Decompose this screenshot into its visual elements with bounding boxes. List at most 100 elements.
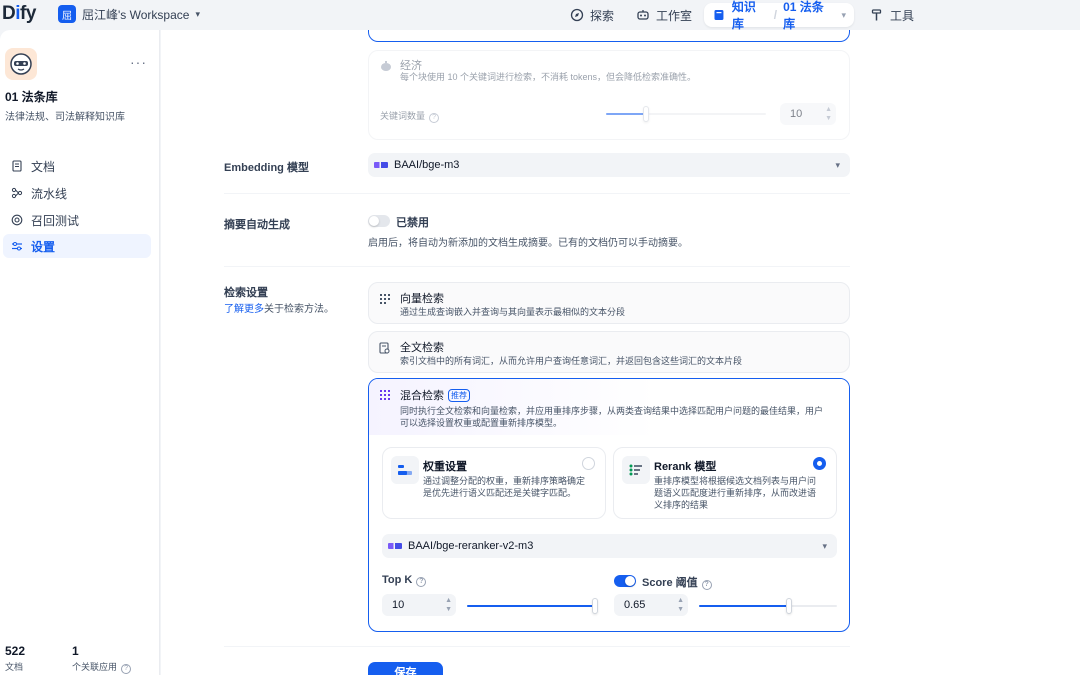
chevron-down-icon[interactable]: ▾ bbox=[841, 10, 846, 21]
document-search-icon bbox=[379, 342, 390, 354]
stepper-icon[interactable]: ▲ ▼ bbox=[677, 596, 684, 614]
dify-logo[interactable]: Dify bbox=[2, 3, 36, 25]
stat-apps-label-text: 个关联应用 bbox=[72, 662, 118, 672]
summary-toggle[interactable] bbox=[368, 215, 390, 227]
hybrid-grid-icon bbox=[380, 390, 390, 400]
piggy-bank-icon bbox=[381, 61, 391, 71]
document-icon bbox=[12, 160, 22, 172]
rerank-model-card[interactable]: Rerank 模型 重排序模型将根据候选文档列表与用户问 题语义匹配度进行重新排… bbox=[613, 447, 837, 519]
economy-option-card[interactable]: 经济 每个块使用 10 个关键词进行检索，不消耗 tokens，但会降低检索准确… bbox=[368, 50, 850, 140]
sidebar-item-settings[interactable]: 设置 bbox=[3, 234, 151, 258]
keyword-count-label: 关键词数量? bbox=[380, 109, 440, 123]
score-threshold-label: Score 阈值? bbox=[642, 574, 712, 590]
sidebar-item-label: 流水线 bbox=[31, 186, 68, 201]
vector-grid-icon bbox=[380, 294, 390, 304]
top-k-value: 10 bbox=[392, 599, 405, 611]
top-k-input[interactable]: 10 ▲ ▼ bbox=[382, 594, 456, 616]
score-threshold-toggle[interactable] bbox=[614, 575, 636, 587]
keyword-count-slider-fill bbox=[606, 113, 646, 115]
high-quality-option-card[interactable] bbox=[368, 30, 850, 42]
rerank-desc-line3: 义排序的结果 bbox=[654, 500, 709, 510]
nav-tools[interactable]: 工具 bbox=[862, 3, 922, 27]
nav-knowledge[interactable]: 知识库 / 01 法条库 ▾ bbox=[704, 0, 854, 31]
retrieval-label: 检索设置 bbox=[224, 287, 268, 299]
nav-studio[interactable]: 工作室 bbox=[628, 3, 700, 27]
stat-documents-label: 文档 bbox=[5, 662, 24, 672]
score-threshold-slider-fill bbox=[699, 605, 789, 607]
sidebar-item-label: 文档 bbox=[31, 159, 56, 174]
rerank-model-select[interactable]: BAAI/bge-reranker-v2-m3 ▾ bbox=[382, 534, 837, 558]
sidebar-item-label: 召回测试 bbox=[31, 213, 80, 228]
chevron-down-icon: ▾ bbox=[195, 8, 200, 19]
kb-description: 法律法规、司法解释知识库 bbox=[5, 112, 125, 123]
kb-avatar bbox=[5, 48, 37, 80]
weight-icon-box bbox=[391, 456, 419, 484]
vector-search-title: 向量检索 bbox=[400, 293, 444, 305]
nav-explore[interactable]: 探索 bbox=[562, 3, 622, 27]
score-threshold-input[interactable]: 0.65 ▲ ▼ bbox=[614, 594, 688, 616]
sidebar: ··· 01 法条库 法律法规、司法解释知识库 文档 流水线 召回测试 设置 5… bbox=[0, 30, 160, 675]
help-icon[interactable]: ? bbox=[121, 664, 132, 674]
sidebar-item-label: 设置 bbox=[31, 239, 56, 254]
summary-label: 摘要自动生成 bbox=[224, 219, 290, 231]
top-k-label: Top K? bbox=[382, 574, 427, 587]
rerank-icon-box bbox=[622, 456, 650, 484]
weight-settings-card[interactable]: 权重设置 通过调整分配的权重，重新排序策略确定 是优先进行语义匹配还是关键字匹配… bbox=[382, 447, 606, 519]
score-threshold-slider[interactable] bbox=[699, 598, 837, 614]
fulltext-search-title: 全文检索 bbox=[400, 342, 444, 354]
rerank-radio[interactable] bbox=[813, 457, 826, 470]
recommended-badge: 推荐 bbox=[448, 389, 470, 402]
pipeline-icon bbox=[11, 187, 23, 199]
score-threshold-label-text: Score 阈值 bbox=[642, 577, 698, 589]
hybrid-search-title: 混合检索 推荐 bbox=[400, 387, 470, 403]
top-k-slider[interactable] bbox=[467, 598, 598, 614]
help-icon[interactable]: ? bbox=[429, 113, 440, 123]
book-icon bbox=[714, 10, 724, 20]
sidebar-item-pipeline[interactable]: 流水线 bbox=[3, 181, 151, 205]
settings-icon bbox=[12, 242, 22, 251]
model-provider-icon bbox=[388, 543, 402, 549]
stepper-icon[interactable]: ▲ ▼ bbox=[445, 596, 452, 614]
stat-apps-count: 1 bbox=[72, 644, 79, 658]
embedding-model-select[interactable]: BAAI/bge-m3 ▾ bbox=[368, 153, 850, 177]
help-icon[interactable]: ? bbox=[701, 580, 712, 590]
embedding-model-value: BAAI/bge-m3 bbox=[394, 159, 460, 171]
learn-more-link[interactable]: 了解更多 bbox=[224, 304, 264, 315]
weight-radio[interactable] bbox=[582, 457, 595, 470]
model-provider-icon bbox=[374, 162, 388, 168]
hybrid-desc-line2: 可以选择设置权重或配置重新排序模型。 bbox=[400, 418, 563, 428]
economy-desc: 每个块使用 10 个关键词进行检索，不消耗 tokens，但会降低检索准确性。 bbox=[400, 72, 697, 82]
sidebar-item-recall-test[interactable]: 召回测试 bbox=[3, 208, 151, 232]
more-options-icon[interactable]: ··· bbox=[130, 54, 147, 70]
workspace-switcher[interactable]: 屈 屈江峰's Workspace ▾ bbox=[58, 5, 200, 23]
learn-more-suffix: 关于检索方法。 bbox=[264, 304, 334, 315]
keyword-count-input[interactable]: 10 ▲ ▼ bbox=[780, 103, 836, 125]
hybrid-search-title-text: 混合检索 bbox=[400, 390, 444, 402]
rerank-title: Rerank 模型 bbox=[654, 461, 717, 473]
keyword-count-slider-thumb[interactable] bbox=[643, 106, 649, 122]
nav-current-kb[interactable]: 01 法条库 bbox=[783, 0, 835, 32]
kb-title: 01 法条库 bbox=[5, 90, 58, 104]
weight-title: 权重设置 bbox=[423, 461, 467, 473]
fulltext-search-desc: 索引文档中的所有词汇，从而允许用户查询任意词汇，并返回包含这些词汇的文本片段 bbox=[400, 356, 743, 366]
top-k-slider-thumb[interactable] bbox=[592, 598, 598, 614]
help-icon[interactable]: ? bbox=[416, 577, 427, 587]
balance-icon bbox=[398, 465, 412, 475]
hybrid-search-card[interactable]: 混合检索 推荐 同时执行全文检索和向量检索，并应用重排序步骤，从两类查询结果中选择… bbox=[368, 378, 850, 632]
save-button[interactable]: 保存 bbox=[368, 662, 443, 675]
nav-explore-label: 探索 bbox=[590, 8, 615, 23]
stepper-icon[interactable]: ▲ ▼ bbox=[825, 105, 832, 123]
top-k-label-text: Top K bbox=[382, 574, 413, 586]
compass-icon bbox=[570, 8, 584, 22]
score-threshold-slider-thumb[interactable] bbox=[785, 598, 792, 614]
fulltext-search-card[interactable]: 全文检索 索引文档中的所有词汇，从而允许用户查询任意词汇，并返回包含这些词汇的文… bbox=[368, 331, 850, 373]
keyword-count-slider[interactable] bbox=[606, 106, 766, 122]
divider bbox=[224, 266, 850, 267]
score-threshold-value: 0.65 bbox=[624, 599, 646, 611]
nav-knowledge-label: 知识库 bbox=[731, 0, 756, 31]
vector-search-card[interactable]: 向量检索 通过生成查询嵌入并查询与其向量表示最相似的文本分段 bbox=[368, 282, 850, 324]
workspace-name: 屈江峰's Workspace bbox=[82, 7, 190, 22]
toggle-knob bbox=[369, 216, 379, 226]
sidebar-item-documents[interactable]: 文档 bbox=[3, 154, 151, 178]
hammer-icon bbox=[871, 9, 882, 21]
